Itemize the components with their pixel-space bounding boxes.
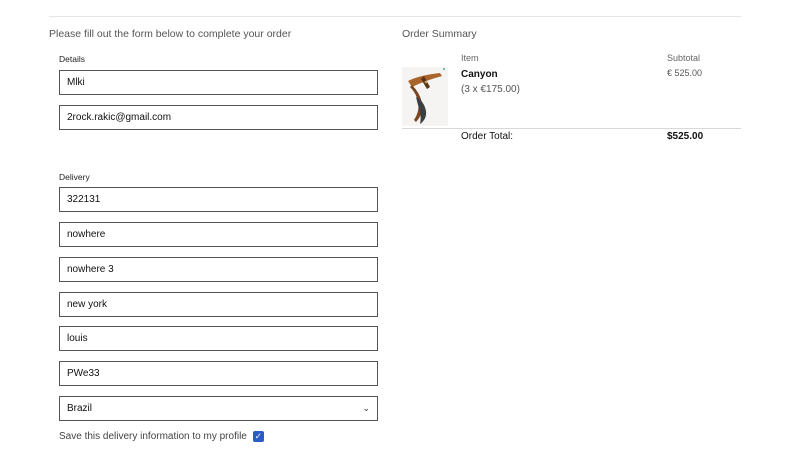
knife-image [402,67,448,126]
summary-divider [402,128,741,129]
country-select[interactable]: Brazil ⌄ [59,396,378,421]
order-total-value: $525.00 [667,131,704,142]
subtotal-column-header: Subtotal [667,53,701,63]
form-intro: Please fill out the form below to comple… [49,28,292,40]
item-column-header: Item [461,53,479,63]
phone-input[interactable]: 322131 [59,187,378,212]
save-info-label: Save this delivery information to my pro… [59,431,247,442]
chevron-down-icon: ⌄ [362,403,370,413]
postcode-input[interactable]: PWe33 [59,361,378,386]
top-divider [49,16,741,17]
save-info-row: Save this delivery information to my pro… [59,431,264,442]
item-subtotal: € 525.00 [667,68,703,78]
delivery-label: Delivery [59,172,90,182]
country-select-value: Brazil [67,403,93,414]
product-image[interactable] [402,67,448,126]
full-name-input[interactable]: Mlki [59,70,378,95]
check-icon: ✓ [254,431,262,441]
order-total-label: Order Total: [461,131,514,142]
save-info-checkbox[interactable]: ✓ [252,431,264,442]
item-quantity-price: (3 x €175.00) [461,84,520,95]
item-name: Canyon [461,69,498,80]
town-city-input[interactable]: new york [59,292,378,317]
county-input[interactable]: louis [59,326,378,351]
street-address1-input[interactable]: nowhere [59,222,378,247]
order-summary-title: Order Summary [402,28,477,40]
street-address2-input[interactable]: nowhere 3 [59,257,378,282]
details-label: Details [59,54,85,64]
email-input[interactable]: 2rock.rakic@gmail.com [59,105,378,130]
